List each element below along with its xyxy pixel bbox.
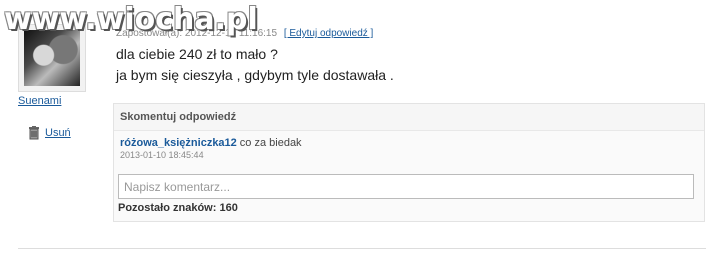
site-watermark: www.wiocha.pl: [4, 2, 258, 37]
comment-date: 2013-01-10 18:45:44: [120, 150, 204, 160]
comment-section-title: Skomentuj odpowiedź: [114, 104, 704, 131]
avatar-image: [24, 30, 80, 86]
divider: [18, 248, 706, 249]
trash-icon: [29, 126, 39, 140]
comment-text: co za biedak: [239, 137, 302, 149]
username-link[interactable]: Suenami: [18, 95, 61, 107]
comment-item: różowa_księżniczka12 co za biedak 2013-01…: [114, 131, 704, 160]
delete-label[interactable]: Usuń: [45, 127, 71, 139]
answer-text: dla ciebie 240 zł to mało ? ja bym się c…: [116, 44, 394, 86]
answer-line: dla ciebie 240 zł to mało ?: [116, 46, 278, 62]
edit-answer-link[interactable]: [ Edytuj odpowiedź ]: [284, 28, 374, 39]
comment-input[interactable]: [118, 174, 694, 199]
answer-line: ja bym się cieszyła , gdybym tyle dostaw…: [116, 67, 394, 83]
characters-remaining: Pozostało znaków: 160: [118, 202, 238, 214]
comment-author-link[interactable]: różowa_księżniczka12: [120, 137, 237, 149]
delete-button[interactable]: Usuń: [28, 126, 71, 140]
